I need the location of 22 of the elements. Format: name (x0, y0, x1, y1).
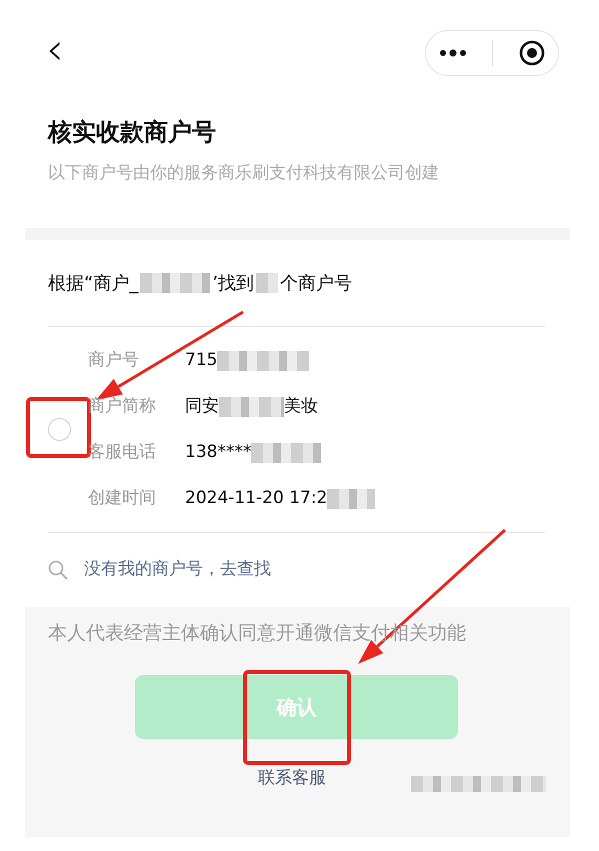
blurred-text (140, 273, 210, 293)
more-icon[interactable] (438, 49, 467, 57)
field-value: 同安 (185, 394, 219, 418)
blurred-text (256, 273, 278, 293)
radio-button[interactable] (48, 418, 71, 441)
found-text: 个商户号 (280, 272, 352, 296)
field-label: 商户号 (88, 348, 140, 372)
agreement-text: 本人代表经营主体确认同意开通微信支付相关功能 (48, 621, 467, 646)
field-value: 715 (185, 348, 218, 372)
contact-link[interactable]: 联系客服 (258, 766, 326, 792)
field-value: 美妆 (284, 394, 318, 418)
close-target-icon[interactable] (519, 40, 546, 66)
field-label: 创建时间 (88, 486, 157, 510)
field-value: 138**** (185, 440, 252, 464)
search-link[interactable]: 没有我的商户号，去查找 (84, 557, 271, 583)
page-subtitle: 以下商户号由你的服务商乐刷支付科技有限公司创建 (48, 162, 440, 185)
found-text: 根据“商户_ (48, 272, 138, 296)
field-value: 2024-11-20 17:2 (185, 486, 328, 510)
page-title: 核实收款商户号 (48, 117, 217, 148)
found-text: ’找到 (212, 272, 254, 296)
search-icon (48, 560, 68, 580)
back-button[interactable]: ‹ (40, 30, 70, 70)
